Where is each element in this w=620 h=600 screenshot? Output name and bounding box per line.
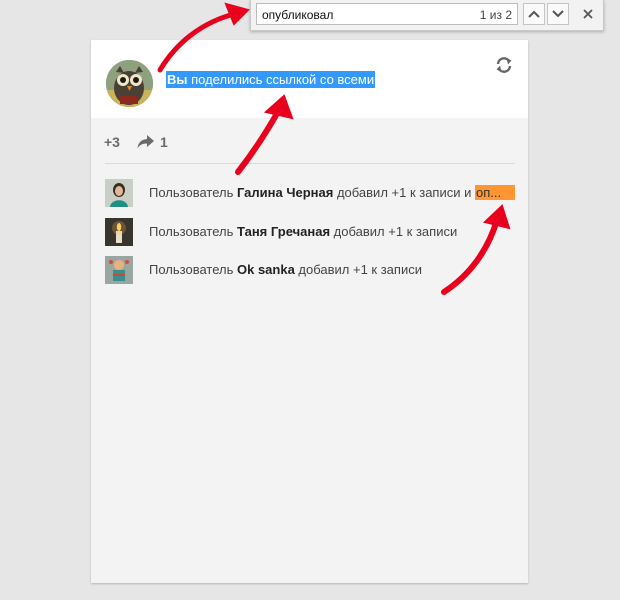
doll-photo-icon bbox=[105, 256, 133, 284]
activity-item: Пользователь Галина Черная добавил +1 к … bbox=[105, 179, 525, 207]
avatar[interactable] bbox=[105, 179, 133, 207]
post-title-author[interactable]: Вы bbox=[167, 72, 188, 87]
find-match-highlight: оп... bbox=[475, 185, 515, 200]
find-close-button[interactable] bbox=[577, 3, 599, 25]
find-input[interactable]: опубликовал 1 из 2 bbox=[256, 3, 518, 25]
user-link[interactable]: Таня Гречаная bbox=[237, 224, 330, 239]
post-title-text: поделились ссылкой со всеми bbox=[187, 72, 375, 87]
chevron-up-icon bbox=[528, 10, 540, 18]
owl-avatar-icon bbox=[106, 60, 153, 107]
close-icon bbox=[583, 9, 593, 19]
avatar[interactable] bbox=[106, 60, 153, 107]
activity-item: Пользователь Таня Гречаная добавил +1 к … bbox=[105, 218, 525, 246]
activity-text: Пользователь Галина Черная добавил +1 к … bbox=[149, 185, 515, 200]
user-photo-icon bbox=[105, 179, 133, 207]
activity-item: Пользователь Ok sanka добавил +1 к запис… bbox=[105, 256, 525, 284]
avatar[interactable] bbox=[105, 256, 133, 284]
activity-text: Пользователь Ok sanka добавил +1 к запис… bbox=[149, 262, 422, 277]
plus-one-count[interactable]: +3 bbox=[104, 134, 120, 150]
activity-suffix: добавил +1 к записи bbox=[294, 262, 422, 277]
activity-prefix: Пользователь bbox=[149, 185, 237, 200]
user-link[interactable]: Ok sanka bbox=[237, 262, 295, 277]
chevron-down-icon bbox=[552, 10, 564, 18]
find-match-count: 1 из 2 bbox=[479, 8, 512, 22]
find-previous-button[interactable] bbox=[523, 3, 545, 25]
user-link[interactable]: Галина Черная bbox=[237, 185, 333, 200]
reshare-button[interactable] bbox=[494, 55, 514, 75]
activity-prefix: Пользователь bbox=[149, 262, 237, 277]
post-stats: +3 1 bbox=[104, 132, 168, 152]
candle-photo-icon bbox=[105, 218, 133, 246]
share-count[interactable]: 1 bbox=[137, 134, 168, 150]
post-title: Вы поделились ссылкой со всеми bbox=[166, 71, 376, 88]
activity-prefix: Пользователь bbox=[149, 224, 237, 239]
post-header: Вы поделились ссылкой со всеми bbox=[91, 40, 528, 118]
activity-text: Пользователь Таня Гречаная добавил +1 к … bbox=[149, 224, 457, 239]
share-count-value: 1 bbox=[159, 134, 168, 150]
find-bar: опубликовал 1 из 2 bbox=[250, 0, 604, 31]
activity-suffix: добавил +1 к записи и bbox=[333, 185, 475, 200]
share-arrow-icon bbox=[137, 135, 154, 149]
find-next-button[interactable] bbox=[547, 3, 569, 25]
activity-suffix: добавил +1 к записи bbox=[330, 224, 458, 239]
avatar[interactable] bbox=[105, 218, 133, 246]
divider bbox=[105, 163, 515, 164]
sync-icon bbox=[496, 57, 512, 73]
find-query[interactable]: опубликовал bbox=[262, 8, 333, 22]
post-card: Вы поделились ссылкой со всеми +3 1 Поль… bbox=[91, 40, 528, 583]
